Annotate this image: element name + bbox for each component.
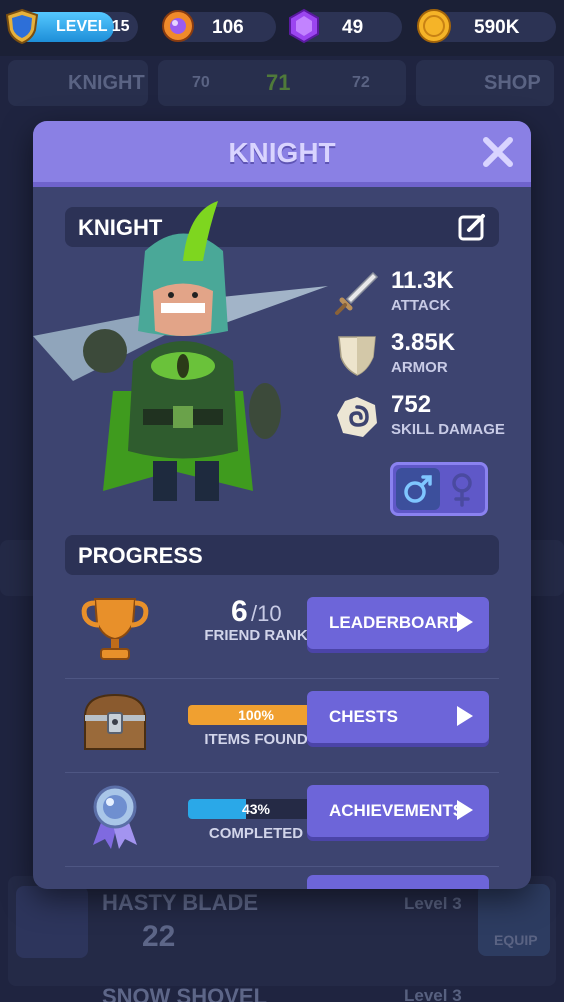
level-shield-icon [5, 8, 39, 44]
bg-item1-level: Level 3 [404, 894, 462, 913]
achievements-progress: 43% [188, 799, 324, 819]
bg-item1-name: HASTY BLADE [102, 890, 259, 915]
edit-icon[interactable] [457, 212, 487, 242]
achievements-percent: 43% [241, 801, 271, 817]
bg-level-next: 72 [352, 74, 370, 91]
items-found-progress: 100% [188, 705, 324, 725]
achievements-row: 43% COMPLETED ACHIEVEMENTS [65, 773, 499, 867]
status-bar: LEVEL 15 106 49 590K [0, 0, 564, 56]
male-option[interactable] [396, 468, 440, 510]
orb-count: 106 [212, 17, 244, 38]
male-icon [404, 475, 432, 503]
friend-rank-value: 6 [231, 595, 248, 628]
orb-counter[interactable]: 106 [162, 10, 276, 42]
progress-title: PROGRESS [78, 543, 203, 568]
bg-item1-power: 22 [142, 920, 176, 953]
modal-header: KNIGHT [33, 121, 531, 187]
skill-damage-label: SKILL DAMAGE [391, 421, 505, 438]
achievements-label: ACHIEVEMENTS [329, 801, 465, 820]
bg-knight-label: KNIGHT [68, 72, 145, 94]
skill-damage-stat: 752 SKILL DAMAGE [333, 391, 523, 447]
play-arrow-icon [457, 706, 473, 726]
orb-icon [162, 10, 194, 42]
bg-item2-level: Level 3 [404, 986, 462, 1002]
attack-value: 11.3K [391, 267, 454, 294]
items-found-row: 100% ITEMS FOUND CHESTS [65, 679, 499, 773]
gold-coin-icon [417, 9, 451, 43]
bg-shop-label: SHOP [484, 72, 541, 94]
medal-icon [93, 785, 137, 849]
items-found-percent: 100% [238, 707, 274, 723]
play-arrow-icon [457, 612, 473, 632]
armor-label: ARMOR [391, 359, 448, 376]
hero-portrait [33, 201, 328, 501]
gold-count: 590K [474, 17, 520, 38]
bg-equip-label: EQUIP [494, 932, 538, 948]
bg-item-image [16, 886, 88, 958]
chests-button[interactable]: CHESTS [307, 691, 489, 743]
chests-label: CHESTS [329, 707, 398, 726]
armor-value: 3.85K [391, 329, 456, 356]
friend-rank-total: /10 [251, 601, 282, 626]
attack-label: ATTACK [391, 297, 451, 314]
female-option[interactable] [442, 468, 482, 510]
next-row-button-peek [307, 875, 489, 889]
armor-stat: 3.85K ARMOR [333, 329, 523, 385]
gem-icon [289, 8, 319, 44]
bg-level-prev: 70 [192, 74, 210, 91]
bg-level-current: 71 [266, 70, 291, 95]
gold-counter[interactable]: 590K [417, 9, 556, 43]
skill-damage-value: 752 [391, 391, 432, 418]
swirl-icon [337, 397, 377, 437]
gender-toggle[interactable] [390, 462, 488, 516]
chest-icon [83, 693, 147, 750]
progress-header: PROGRESS [65, 535, 499, 575]
attack-stat: 11.3K ATTACK [333, 267, 523, 323]
gem-count: 49 [342, 17, 364, 38]
gem-counter[interactable]: 49 [289, 8, 402, 44]
friend-rank-row: 6 /10 FRIEND RANK LEADERBOARD [65, 585, 499, 679]
leaderboard-button[interactable]: LEADERBOARD [307, 597, 489, 649]
level-label: LEVEL 15 [56, 18, 130, 35]
achievements-button[interactable]: ACHIEVEMENTS [307, 785, 489, 837]
play-arrow-icon [457, 800, 473, 820]
bg-item2-name: SNOW SHOVEL [102, 984, 268, 1002]
female-icon [452, 473, 472, 507]
bg-item-hasty-blade [8, 876, 556, 986]
leaderboard-label: LEADERBOARD [329, 613, 462, 632]
sword-icon [335, 271, 379, 315]
modal-title: KNIGHT [228, 137, 336, 168]
shield-icon [338, 336, 376, 376]
level-indicator[interactable]: LEVEL 15 [5, 8, 138, 44]
hero-modal: KNIGHT KNIGHT 11.3K ATTACK 3.85K ARMOR 7… [33, 121, 531, 889]
close-icon[interactable] [481, 135, 515, 169]
trophy-icon [81, 598, 149, 660]
